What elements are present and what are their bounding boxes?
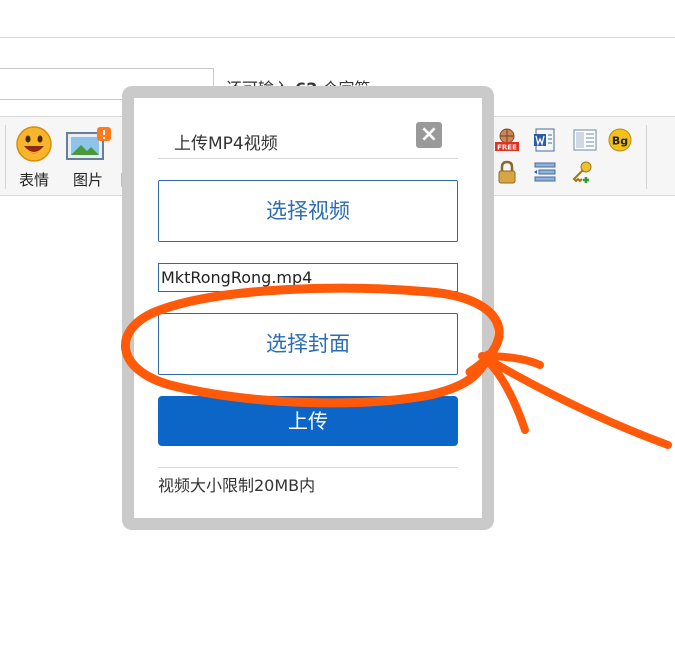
upload-dialog: 上传MP4视频 × 选择视频 MktRongRong.mp4 选择封面 上传 视… bbox=[134, 98, 482, 518]
select-cover-label: 选择封面 bbox=[266, 332, 350, 356]
select-video-label: 选择视频 bbox=[266, 199, 350, 223]
dialog-title: 上传MP4视频 bbox=[174, 134, 278, 154]
emoji-icon bbox=[16, 126, 52, 162]
background-icon[interactable]: Bg bbox=[607, 127, 633, 153]
toolbar-separator bbox=[646, 125, 647, 189]
upload-button[interactable]: 上传 bbox=[158, 396, 458, 446]
dialog-header: 上传MP4视频 × bbox=[158, 122, 458, 159]
image-label: 图片 bbox=[72, 171, 103, 189]
upload-label: 上传 bbox=[288, 409, 328, 433]
top-divider bbox=[0, 37, 675, 38]
emoji-label: 表情 bbox=[18, 171, 49, 189]
image-icon bbox=[66, 127, 111, 160]
word-icon[interactable] bbox=[532, 127, 558, 153]
selected-file-field[interactable]: MktRongRong.mp4 bbox=[158, 263, 458, 292]
close-button[interactable]: × bbox=[416, 122, 442, 148]
lock-icon[interactable] bbox=[494, 159, 520, 185]
list-icon[interactable] bbox=[532, 159, 558, 185]
emoji-button[interactable]: 表情 bbox=[9, 125, 59, 190]
image-button[interactable]: 图片 bbox=[63, 125, 113, 190]
dialog-divider bbox=[158, 467, 458, 468]
annotation-arrow bbox=[478, 352, 672, 449]
size-limit-note: 视频大小限制20MB内 bbox=[158, 476, 316, 495]
layout-icon[interactable] bbox=[572, 127, 598, 153]
free-icon[interactable]: FREE bbox=[494, 127, 520, 153]
select-cover-button[interactable]: 选择封面 bbox=[158, 313, 458, 375]
selected-file-name: MktRongRong.mp4 bbox=[161, 268, 313, 287]
free-badge-text: FREE bbox=[497, 144, 517, 152]
select-video-button[interactable]: 选择视频 bbox=[158, 180, 458, 242]
close-icon: × bbox=[419, 122, 439, 147]
key-add-icon[interactable] bbox=[570, 159, 596, 185]
bg-badge-text: Bg bbox=[612, 135, 628, 148]
toolbar-separator bbox=[5, 125, 6, 189]
